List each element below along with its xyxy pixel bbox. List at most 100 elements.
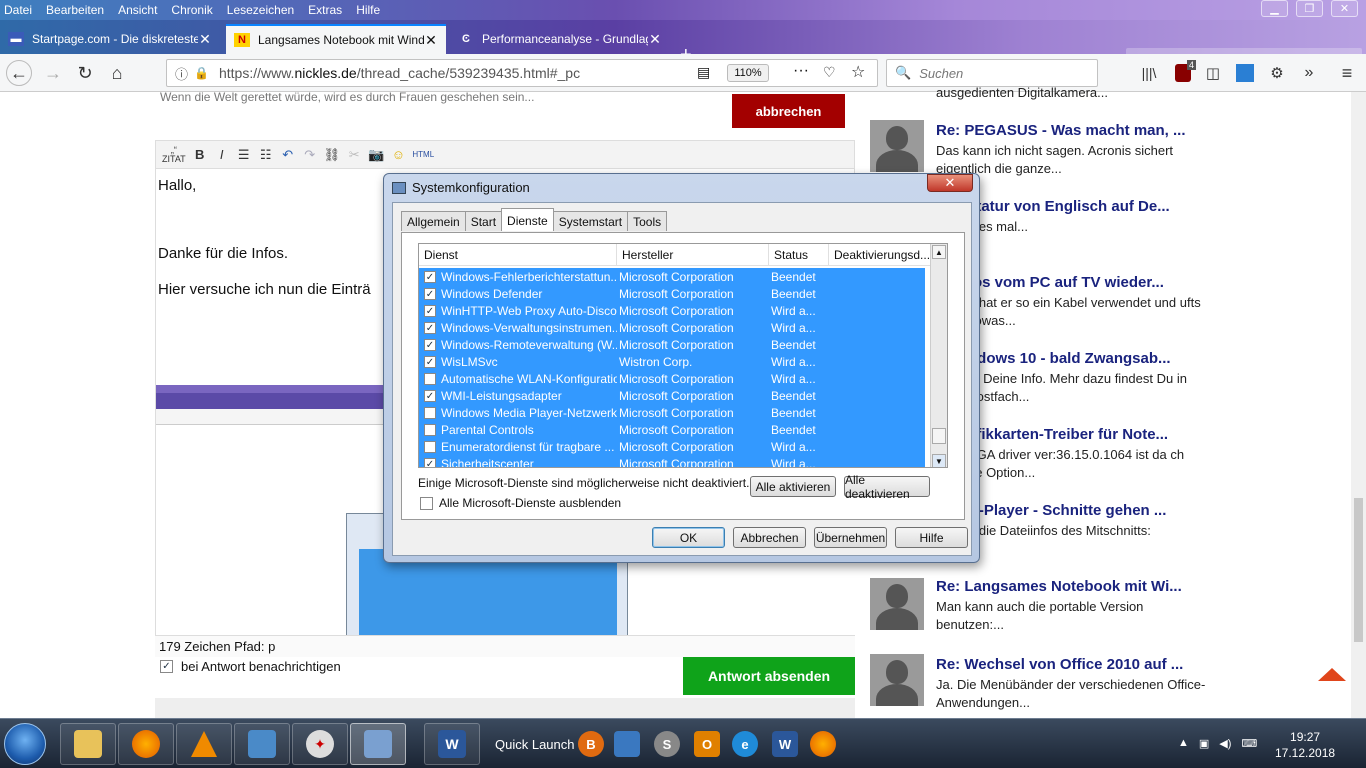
- taskbar-control-panel[interactable]: [234, 723, 290, 765]
- info-icon[interactable]: ⓘ: [175, 64, 188, 83]
- smiley-icon[interactable]: ☺: [390, 147, 406, 162]
- redo-icon[interactable]: ↷: [302, 147, 318, 163]
- extension-gear-icon[interactable]: ⚙: [1264, 60, 1290, 86]
- column-deaktivierungsdatum[interactable]: Deaktivierungsd...: [829, 244, 931, 265]
- service-row[interactable]: Enumeratordienst für tragbare ... Microso…: [419, 438, 925, 455]
- unlink-icon[interactable]: ✂: [346, 147, 362, 163]
- antwort-absenden-button[interactable]: Antwort absenden: [683, 657, 855, 695]
- service-row[interactable]: ✓ Sicherheitscenter Microsoft Corporation W…: [419, 455, 925, 467]
- menu-bearbeiten[interactable]: Bearbeiten: [46, 3, 104, 17]
- menu-datei[interactable]: Datei: [4, 3, 32, 17]
- sidebar-item-title[interactable]: Re: Langsames Notebook mit Wi...: [936, 578, 1182, 595]
- forward-arrow-icon[interactable]: →: [40, 60, 66, 86]
- sidebar-item-title[interactable]: tos vom PC auf TV wieder...: [968, 274, 1164, 291]
- quick-outlook-icon[interactable]: O: [694, 731, 720, 757]
- column-hersteller[interactable]: Hersteller: [617, 244, 769, 265]
- menu-extras[interactable]: Extras: [308, 3, 342, 17]
- page-actions-icon[interactable]: ···: [793, 62, 809, 80]
- service-checkbox[interactable]: ✓: [424, 321, 436, 334]
- service-checkbox[interactable]: ✓: [424, 304, 436, 317]
- uebernehmen-button[interactable]: Übernehmen: [814, 527, 887, 548]
- tray-expand-icon[interactable]: ▲: [1178, 737, 1189, 750]
- pocket-icon[interactable]: ♡: [823, 64, 836, 81]
- restore-icon[interactable]: ❐: [1296, 0, 1323, 17]
- taskbar-word[interactable]: W: [424, 723, 480, 765]
- service-row[interactable]: ✓ Windows-Remoteverwaltung (W... Microsoft…: [419, 336, 925, 353]
- service-checkbox[interactable]: ✓: [424, 287, 436, 300]
- hamburger-menu-icon[interactable]: ≡: [1334, 60, 1360, 86]
- quick-word-icon[interactable]: W: [772, 731, 798, 757]
- service-row[interactable]: ✓ Windows Defender Microsoft Corporation Be…: [419, 285, 925, 302]
- menu-lesezeichen[interactable]: Lesezeichen: [227, 3, 294, 17]
- notify-checkbox[interactable]: ✓: [160, 660, 173, 673]
- services-scrollbar[interactable]: ▲ ▼: [930, 244, 947, 467]
- tab-dienste[interactable]: Dienste: [501, 208, 554, 231]
- url-bar[interactable]: ⓘ 🔒 https://www.nickles.de/thread_cache/…: [166, 59, 878, 87]
- overflow-chevron-icon[interactable]: »: [1296, 60, 1322, 86]
- close-window-icon[interactable]: ✕: [1331, 0, 1358, 17]
- camera-icon[interactable]: 📷: [368, 147, 384, 163]
- menu-ansicht[interactable]: Ansicht: [118, 3, 157, 17]
- scroll-down-icon[interactable]: ▼: [932, 454, 946, 467]
- notify-option[interactable]: ✓ bei Antwort benachrichtigen: [160, 659, 341, 674]
- service-checkbox[interactable]: ✓: [424, 389, 436, 402]
- taskbar-explorer[interactable]: [60, 723, 116, 765]
- library-icon[interactable]: |||\: [1136, 60, 1162, 86]
- tab-nickles[interactable]: N Langsames Notebook mit Windo ✕: [226, 24, 446, 54]
- service-row[interactable]: Windows Media Player-Netzwerk... Microsof…: [419, 404, 925, 421]
- tab-systemstart[interactable]: Systemstart: [552, 211, 629, 231]
- volume-icon[interactable]: ◀): [1219, 737, 1231, 750]
- taskbar-compass-app[interactable]: ✦: [292, 723, 348, 765]
- home-icon[interactable]: ⌂: [104, 60, 130, 86]
- undo-icon[interactable]: ↶: [280, 147, 296, 163]
- close-tab-icon[interactable]: ✕: [424, 32, 438, 49]
- taskbar-msconfig[interactable]: [350, 723, 406, 765]
- sidebar-item-title[interactable]: Re: Wechsel von Office 2010 auf ...: [936, 656, 1183, 673]
- abbrechen-button[interactable]: abbrechen: [732, 94, 845, 128]
- back-arrow-icon[interactable]: ←: [6, 60, 32, 86]
- bold-icon[interactable]: B: [192, 147, 208, 162]
- service-checkbox[interactable]: ✓: [424, 338, 436, 351]
- quick-firefox-icon[interactable]: [810, 731, 836, 757]
- page-scrollbar[interactable]: [1351, 92, 1366, 718]
- bullet-list-icon[interactable]: ☰: [236, 147, 252, 163]
- service-checkbox[interactable]: ✓: [424, 355, 436, 368]
- services-list[interactable]: Dienst Hersteller Status Deaktivierungsd…: [418, 243, 948, 468]
- service-checkbox[interactable]: [424, 423, 436, 436]
- dialog-close-button[interactable]: ✕: [927, 174, 973, 192]
- reload-icon[interactable]: ↻: [72, 60, 98, 86]
- page-scrollbar-thumb[interactable]: [1354, 498, 1363, 642]
- alle-aktivieren-button[interactable]: Alle aktivieren: [750, 476, 836, 497]
- service-row[interactable]: ✓ Windows-Verwaltungsinstrumen... Microsof…: [419, 319, 925, 336]
- tab-performance[interactable]: Ͼ Performanceanalyse - Grundlag ✕: [450, 24, 670, 54]
- bookmark-star-icon[interactable]: ☆: [851, 62, 865, 82]
- service-row[interactable]: ✓ WisLMSvc Wistron Corp. Wird a...: [419, 353, 925, 370]
- scroll-to-top-icon[interactable]: [1318, 668, 1346, 681]
- menu-hilfe[interactable]: Hilfe: [356, 3, 380, 17]
- sidebar-item-title[interactable]: C-Player - Schnitte gehen ...: [968, 502, 1166, 519]
- service-row[interactable]: ✓ WinHTTP-Web Proxy Auto-Disco... Microsof…: [419, 302, 925, 319]
- link-icon[interactable]: ⛓: [324, 147, 341, 163]
- taskbar-clock[interactable]: 19:27 17.12.2018: [1275, 729, 1335, 761]
- ublock-icon[interactable]: 4: [1170, 60, 1196, 86]
- hilfe-button[interactable]: Hilfe: [895, 527, 968, 548]
- hide-ms-services-checkbox[interactable]: [420, 496, 433, 510]
- sidebar-item-title[interactable]: Re: PEGASUS - Was macht man, ...: [936, 122, 1186, 139]
- italic-icon[interactable]: I: [214, 147, 230, 162]
- quick-b-icon[interactable]: B: [578, 731, 604, 757]
- minimize-icon[interactable]: ▁: [1261, 0, 1288, 17]
- service-checkbox[interactable]: ✓: [424, 270, 436, 283]
- alle-deaktivieren-button[interactable]: Alle deaktivieren: [844, 473, 930, 501]
- taskbar-firefox[interactable]: [118, 723, 174, 765]
- service-checkbox[interactable]: [424, 440, 436, 453]
- tab-tools[interactable]: Tools: [627, 211, 668, 231]
- services-scrollbar-thumb[interactable]: [932, 428, 946, 444]
- hide-ms-services-option[interactable]: Alle Microsoft-Dienste ausblenden: [420, 496, 621, 510]
- service-checkbox[interactable]: ✓: [424, 457, 436, 467]
- quick-ie-icon[interactable]: e: [732, 731, 758, 757]
- numbered-list-icon[interactable]: ☷: [258, 147, 274, 163]
- reader-view-icon[interactable]: ▤: [697, 64, 710, 81]
- menu-chronik[interactable]: Chronik: [171, 3, 212, 17]
- taskbar-vlc[interactable]: [176, 723, 232, 765]
- column-dienst[interactable]: Dienst: [419, 244, 617, 265]
